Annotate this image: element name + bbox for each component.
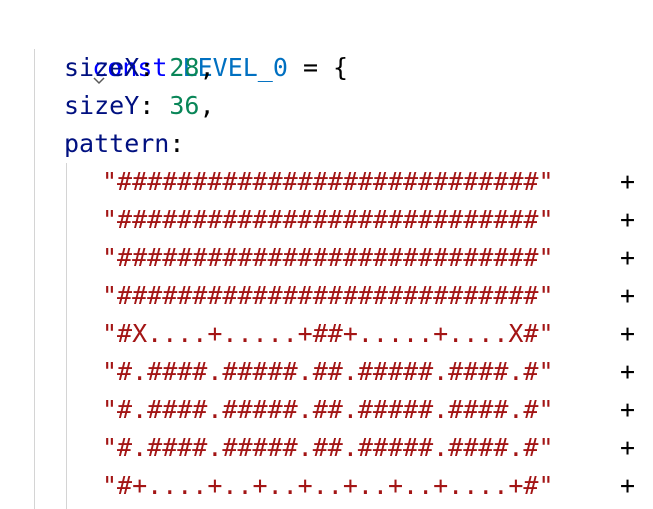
pattern-row: "############################" + bbox=[0, 201, 653, 239]
concat-operator: + bbox=[620, 471, 636, 500]
pattern-row: "#.####.#####.##.#####.####.#" + bbox=[0, 353, 653, 391]
concat-operator: + bbox=[620, 281, 636, 310]
concat-operator: + bbox=[620, 319, 636, 348]
string-literal: "#+....+..+..+..+..+..+....+#" bbox=[102, 471, 554, 500]
colon: : bbox=[139, 91, 170, 120]
pattern-row: "#.####.#####.##.#####.####.#" + bbox=[0, 429, 653, 467]
pattern-row: "#+....+..+..+..+..+..+....+#" + bbox=[0, 467, 653, 505]
comma: , bbox=[199, 53, 215, 82]
pattern-row: "############################" + bbox=[0, 163, 653, 201]
concat-operator: + bbox=[620, 167, 636, 196]
string-literal: "#.####.#####.##.#####.####.#" bbox=[102, 433, 554, 462]
concat-operator: + bbox=[620, 357, 636, 386]
string-literal: "############################" bbox=[102, 281, 554, 310]
string-literal: "############################" bbox=[102, 205, 554, 234]
code-line-sizex: sizeX: 28, bbox=[0, 49, 653, 87]
colon: : bbox=[169, 129, 185, 158]
concat-operator: + bbox=[620, 243, 636, 272]
pattern-row: "############################" + bbox=[0, 277, 653, 315]
concat-operator: + bbox=[620, 395, 636, 424]
string-literal: "############################" bbox=[102, 167, 554, 196]
property-key: sizeY bbox=[64, 91, 140, 120]
property-key: sizeX bbox=[64, 53, 140, 82]
code-line-declaration: const LEVEL_0 = { bbox=[0, 11, 653, 85]
comma: , bbox=[199, 91, 215, 120]
string-literal: "#.####.#####.##.#####.####.#" bbox=[102, 395, 554, 424]
number-value: 28 bbox=[169, 53, 200, 82]
concat-operator: + bbox=[620, 205, 636, 234]
chevron-down-icon[interactable] bbox=[2, 23, 105, 85]
colon: : bbox=[139, 53, 170, 82]
pattern-row: "############################" + bbox=[0, 239, 653, 277]
pattern-row: "#.####.#####.##.#####.####.#" + bbox=[0, 391, 653, 429]
string-literal: "#.####.#####.##.#####.####.#" bbox=[102, 357, 554, 386]
property-key: pattern bbox=[64, 129, 170, 158]
number-value: 36 bbox=[169, 91, 200, 120]
concat-operator: + bbox=[620, 433, 636, 462]
code-editor[interactable]: const LEVEL_0 = { sizeX: 28, sizeY: 36, … bbox=[0, 11, 653, 505]
code-line-sizey: sizeY: 36, bbox=[0, 87, 653, 125]
pattern-row: "#X....+.....+##+.....+....X#" + bbox=[0, 315, 653, 353]
code-line-pattern: pattern: bbox=[0, 125, 653, 163]
string-literal: "#X....+.....+##+.....+....X#" bbox=[102, 319, 554, 348]
string-literal: "############################" bbox=[102, 243, 554, 272]
